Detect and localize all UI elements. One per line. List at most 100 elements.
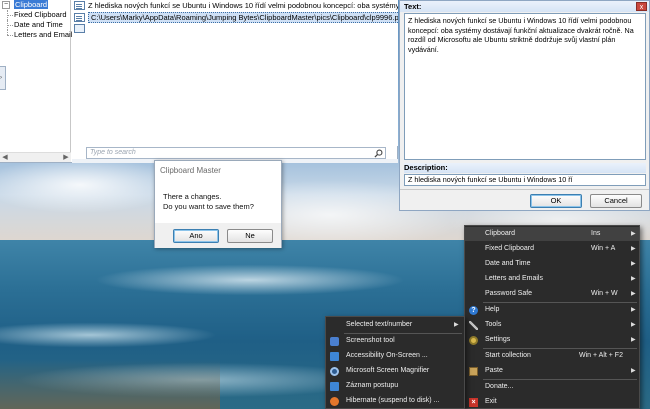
submenu-arrow-icon: ▶ — [631, 276, 636, 282]
text-clip-icon — [74, 1, 85, 10]
settings-icon — [469, 336, 478, 345]
submenu-arrow-icon: ▶ — [631, 246, 636, 252]
menu-item-shortcut: Win + W — [591, 290, 618, 297]
menu-item-screen-magnifier[interactable]: Microsoft Screen Magnifier — [326, 364, 464, 378]
menu-item-label: Screenshot tool — [346, 337, 395, 344]
submenu-arrow-icon: ▶ — [631, 261, 636, 267]
hibernate-icon — [330, 397, 339, 406]
submenu-arrow-icon: ▶ — [631, 337, 636, 343]
menu-item-settings[interactable]: Settings ▶ — [465, 333, 639, 347]
divider — [400, 189, 649, 190]
menu-item-help[interactable]: ? Help ▶ — [465, 303, 639, 317]
search-input[interactable]: Type to search — [86, 147, 386, 159]
list-item[interactable]: Z hlediska nových funkcí se Ubuntu i Win… — [72, 0, 398, 11]
list-item-selected[interactable]: C:\Users\Marky\AppData\Roaming\Jumping B… — [72, 12, 398, 23]
submenu-arrow-icon: ▶ — [631, 307, 636, 313]
dialog-title: Clipboard Master — [160, 166, 221, 175]
menu-item-label: Start collection — [485, 352, 531, 359]
menu-item-label: Exit — [485, 398, 497, 405]
menu-item-password-safe[interactable]: Password Safe Win + W ▶ — [465, 287, 639, 301]
beach-image — [0, 359, 220, 409]
menu-item-exit[interactable]: × Exit — [465, 395, 639, 409]
menu-item-date-and-time[interactable]: Date and Time ▶ — [465, 257, 639, 271]
category-tree: − Clipboard Fixed Clipboard Date and Tim… — [0, 0, 76, 152]
search-icon[interactable] — [374, 149, 383, 158]
tree-item-label: Fixed Clipboard — [14, 10, 67, 19]
exit-icon: × — [469, 398, 478, 407]
paste-icon — [469, 367, 478, 376]
ok-button[interactable]: OK — [530, 194, 582, 208]
menu-item-screenshot-tool[interactable]: Screenshot tool — [326, 334, 464, 348]
description-label: Description: — [404, 163, 646, 173]
menu-item-selected-text[interactable]: Selected text/number ▶ — [326, 318, 464, 332]
menu-item-paste[interactable]: Paste ▶ — [465, 364, 639, 378]
tools-submenu: Selected text/number ▶ Screenshot tool A… — [325, 316, 465, 409]
dialog-message-line: Do you want to save them? — [163, 202, 254, 211]
camera-icon — [330, 337, 339, 346]
menu-item-donate[interactable]: Donate... — [465, 380, 639, 394]
submenu-arrow-icon: ▶ — [631, 368, 636, 374]
clipboard-master-window: − Clipboard Fixed Clipboard Date and Tim… — [0, 0, 398, 163]
side-panel-toggle[interactable]: › — [0, 66, 6, 90]
menu-item-shortcut: Ins — [591, 230, 601, 237]
image-clip-icon — [74, 13, 85, 22]
text-editor[interactable]: Z hlediska nových funkcí se Ubuntu i Win… — [404, 13, 646, 160]
submenu-arrow-icon: ▶ — [631, 231, 636, 237]
menu-item-label: Settings — [485, 336, 511, 343]
cancel-button[interactable]: Cancel — [590, 194, 642, 208]
menu-item-hibernate[interactable]: Hibernate (suspend to disk) ... — [326, 394, 464, 408]
submenu-arrow-icon: ▶ — [631, 322, 636, 328]
menu-item-label: Clipboard — [485, 230, 515, 237]
menu-item-label: Password Safe — [485, 290, 533, 297]
tree-item-date-and-time[interactable]: Date and Time — [0, 20, 70, 30]
submenu-arrow-icon: ▶ — [454, 322, 459, 328]
menu-item-label: Donate... — [485, 383, 514, 390]
menu-item-label: Accessibility On-Screen ... — [346, 352, 428, 359]
menu-item-clipboard[interactable]: Clipboard Ins ▶ — [465, 227, 639, 241]
yes-button[interactable]: Ano — [173, 229, 219, 243]
list-item[interactable] — [72, 24, 398, 35]
description-field[interactable]: Z hlediska nových funkcí se Ubuntu i Win… — [404, 174, 646, 186]
tree-horizontal-scrollbar[interactable]: ◀ ▶ — [0, 152, 71, 162]
tree-item-label: Clipboard — [14, 0, 49, 9]
tray-context-menu: Clipboard Ins ▶ Fixed Clipboard Win + A … — [464, 225, 640, 409]
close-icon[interactable]: x — [636, 2, 647, 11]
menu-item-label: Microsoft Screen Magnifier — [346, 367, 430, 374]
dialog-message: There a changes. Do you want to save the… — [163, 192, 254, 212]
menu-item-shortcut: Win + Alt + F2 — [579, 352, 623, 359]
scroll-right-icon[interactable]: ▶ — [61, 153, 71, 163]
scroll-left-icon[interactable]: ◀ — [0, 153, 10, 163]
tree-item-letters-and-emails[interactable]: Letters and Emails — [0, 30, 76, 40]
menu-item-label: Záznam postupu — [346, 382, 399, 389]
menu-item-label: Fixed Clipboard — [485, 245, 535, 252]
keyboard-icon — [330, 352, 339, 361]
magnifier-icon — [330, 367, 339, 376]
menu-item-letters-and-emails[interactable]: Letters and Emails ▶ — [465, 272, 639, 286]
menu-item-label: Tools — [485, 321, 502, 328]
menu-item-label: Hibernate (suspend to disk) ... — [346, 397, 440, 404]
tree-item-clipboard[interactable]: − Clipboard — [0, 0, 70, 10]
menu-item-shortcut: Win + A — [591, 245, 616, 252]
menu-item-label: Help — [485, 306, 500, 313]
dialog-footer: Ano Ne — [155, 223, 281, 248]
menu-item-label: Selected text/number — [346, 321, 413, 328]
menu-item-onscreen-keyboard[interactable]: Accessibility On-Screen ... — [326, 349, 464, 363]
menu-item-start-collection[interactable]: Start collection Win + Alt + F2 — [465, 349, 639, 363]
clip-thumbnail-icon — [74, 24, 85, 33]
no-button[interactable]: Ne — [227, 229, 273, 243]
list-item-text: C:\Users\Marky\AppData\Roaming\Jumping B… — [88, 12, 398, 23]
save-changes-dialog: Clipboard Master There a changes. Do you… — [154, 160, 282, 248]
submenu-arrow-icon: ▶ — [631, 291, 636, 297]
tree-item-fixed-clipboard[interactable]: Fixed Clipboard — [0, 10, 70, 20]
text-edit-window: Text: x Z hlediska nových funkcí se Ubun… — [399, 0, 650, 211]
search-placeholder: Type to search — [90, 149, 136, 156]
list-item-text: Z hlediska nových funkcí se Ubuntu i Win… — [88, 1, 398, 10]
text-label: Text: — [400, 1, 649, 12]
menu-item-fixed-clipboard[interactable]: Fixed Clipboard Win + A ▶ — [465, 242, 639, 256]
steps-recorder-icon — [330, 382, 339, 391]
menu-item-tools[interactable]: Tools ▶ — [465, 318, 639, 332]
collapse-icon[interactable]: − — [2, 1, 10, 9]
menu-item-steps-recorder[interactable]: Záznam postupu — [326, 379, 464, 393]
tree-item-label: Date and Time — [14, 20, 63, 29]
menu-item-label: Date and Time — [485, 260, 531, 267]
